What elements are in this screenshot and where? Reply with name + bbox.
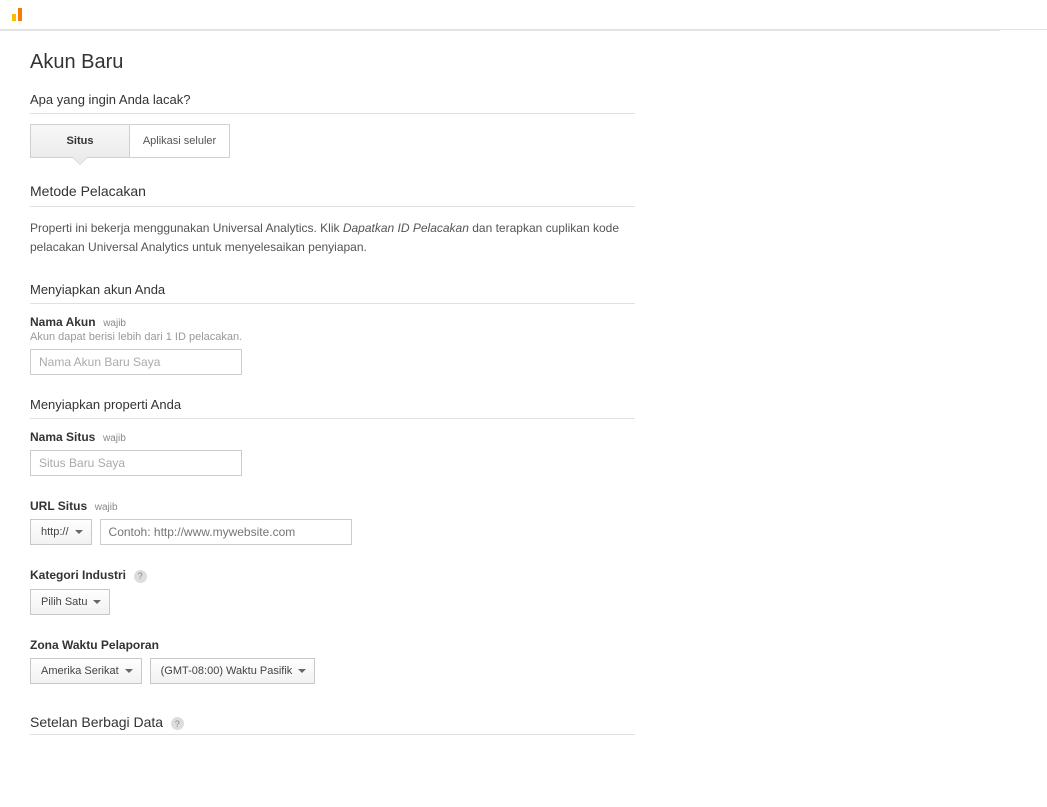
account-name-field: Nama Akun wajib Akun dapat berisi lebih … [30, 314, 1000, 375]
site-url-req: wajib [95, 502, 118, 513]
timezone-value: (GMT-08:00) Waktu Pasifik [161, 665, 293, 677]
account-name-input[interactable] [30, 349, 242, 375]
tab-mobile-app-label: Aplikasi seluler [143, 135, 216, 147]
method-desc-em: Dapatkan ID Pelacakan [343, 221, 469, 235]
track-tabs: Situs Aplikasi seluler [30, 124, 1000, 158]
sharing-title: Setelan Berbagi Data [30, 714, 163, 730]
category-label: Kategori Industri [30, 568, 126, 582]
site-name-label: Nama Situs [30, 430, 95, 444]
site-url-input[interactable] [100, 519, 352, 545]
timezone-label: Zona Waktu Pelaporan [30, 638, 159, 652]
sharing-heading-wrap: Setelan Berbagi Data ? [30, 714, 635, 736]
country-select[interactable]: Amerika Serikat [30, 658, 142, 684]
analytics-logo-icon [10, 6, 26, 25]
site-name-field: Nama Situs wajib [30, 429, 1000, 476]
account-setup-heading: Menyiapkan akun Anda [30, 282, 635, 304]
account-name-req: wajib [103, 318, 126, 329]
page-title: Akun Baru [30, 51, 1000, 74]
country-value: Amerika Serikat [41, 665, 119, 677]
help-icon[interactable]: ? [134, 570, 147, 583]
site-url-field: URL Situs wajib http:// [30, 498, 1000, 545]
site-name-req: wajib [103, 433, 126, 444]
site-name-input[interactable] [30, 450, 242, 476]
method-desc-pre: Properti ini bekerja menggunakan Univers… [30, 221, 343, 235]
tab-website[interactable]: Situs [30, 124, 130, 158]
property-setup-heading: Menyiapkan properti Anda [30, 397, 635, 419]
top-bar [0, 0, 1047, 30]
timezone-field: Zona Waktu Pelaporan Amerika Serikat (GM… [30, 637, 1000, 684]
help-icon[interactable]: ? [171, 717, 184, 730]
method-title: Metode Pelacakan [30, 183, 635, 199]
category-value: Pilih Satu [41, 596, 87, 608]
track-heading: Apa yang ingin Anda lacak? [30, 92, 635, 114]
category-field: Kategori Industri ? Pilih Satu [30, 567, 1000, 615]
method-description: Properti ini bekerja menggunakan Univers… [30, 219, 635, 257]
tab-mobile-app[interactable]: Aplikasi seluler [130, 124, 230, 158]
account-name-hint: Akun dapat berisi lebih dari 1 ID pelaca… [30, 331, 1000, 343]
method-heading-wrap: Metode Pelacakan [30, 183, 635, 207]
site-url-label: URL Situs [30, 499, 87, 513]
timezone-select[interactable]: (GMT-08:00) Waktu Pasifik [150, 658, 316, 684]
account-name-label: Nama Akun [30, 315, 96, 329]
main-content: Akun Baru Apa yang ingin Anda lacak? Sit… [0, 30, 1000, 807]
protocol-select[interactable]: http:// [30, 519, 92, 545]
category-select[interactable]: Pilih Satu [30, 589, 110, 615]
tab-website-label: Situs [67, 135, 94, 147]
protocol-value: http:// [41, 526, 69, 538]
